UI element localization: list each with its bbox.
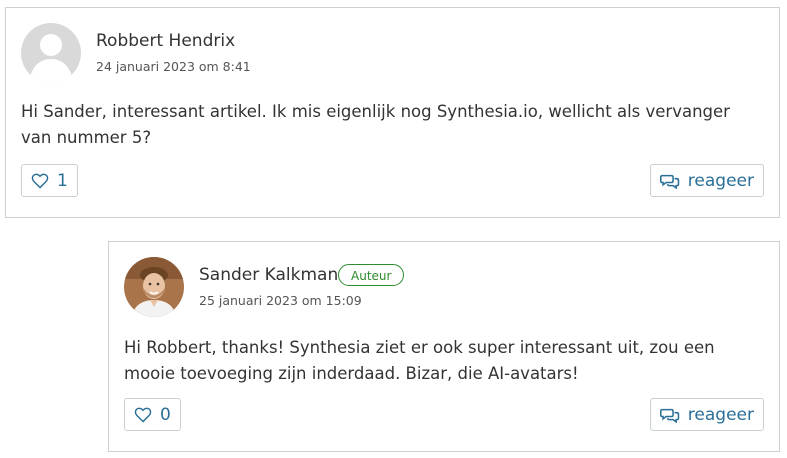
reply-label: reageer — [687, 404, 754, 425]
comment-text: Hi Robbert, thanks! Synthesia ziet er oo… — [124, 338, 715, 383]
heart-icon — [31, 173, 49, 189]
reply-button[interactable]: reageer — [649, 164, 764, 197]
comment-author: Sander Kalkman — [199, 265, 339, 285]
reply-button[interactable]: reageer — [649, 398, 764, 431]
comments-icon — [659, 173, 680, 189]
author-photo — [124, 257, 184, 317]
comment-date: 25 januari 2023 om 15:09 — [199, 293, 362, 308]
like-count: 1 — [57, 170, 68, 191]
comment-text: Hi Sander, interessant artikel. Ik mis e… — [21, 102, 730, 147]
comments-icon — [659, 407, 680, 423]
reply-label: reageer — [687, 170, 754, 191]
comment-author: Robbert Hendrix — [96, 31, 236, 51]
comment-date: 24 januari 2023 om 8:41 — [96, 59, 251, 74]
like-button[interactable]: 1 — [21, 164, 78, 197]
default-user-icon — [21, 23, 81, 83]
avatar — [124, 257, 184, 317]
reply-comment-card: Sander Kalkman Auteur 25 januari 2023 om… — [108, 241, 780, 452]
like-count: 0 — [160, 404, 171, 425]
author-badge: Auteur — [338, 264, 405, 286]
avatar — [21, 23, 81, 83]
comment-card: Robbert Hendrix 24 januari 2023 om 8:41 … — [5, 7, 780, 218]
like-button[interactable]: 0 — [124, 398, 181, 431]
heart-icon — [134, 407, 152, 423]
